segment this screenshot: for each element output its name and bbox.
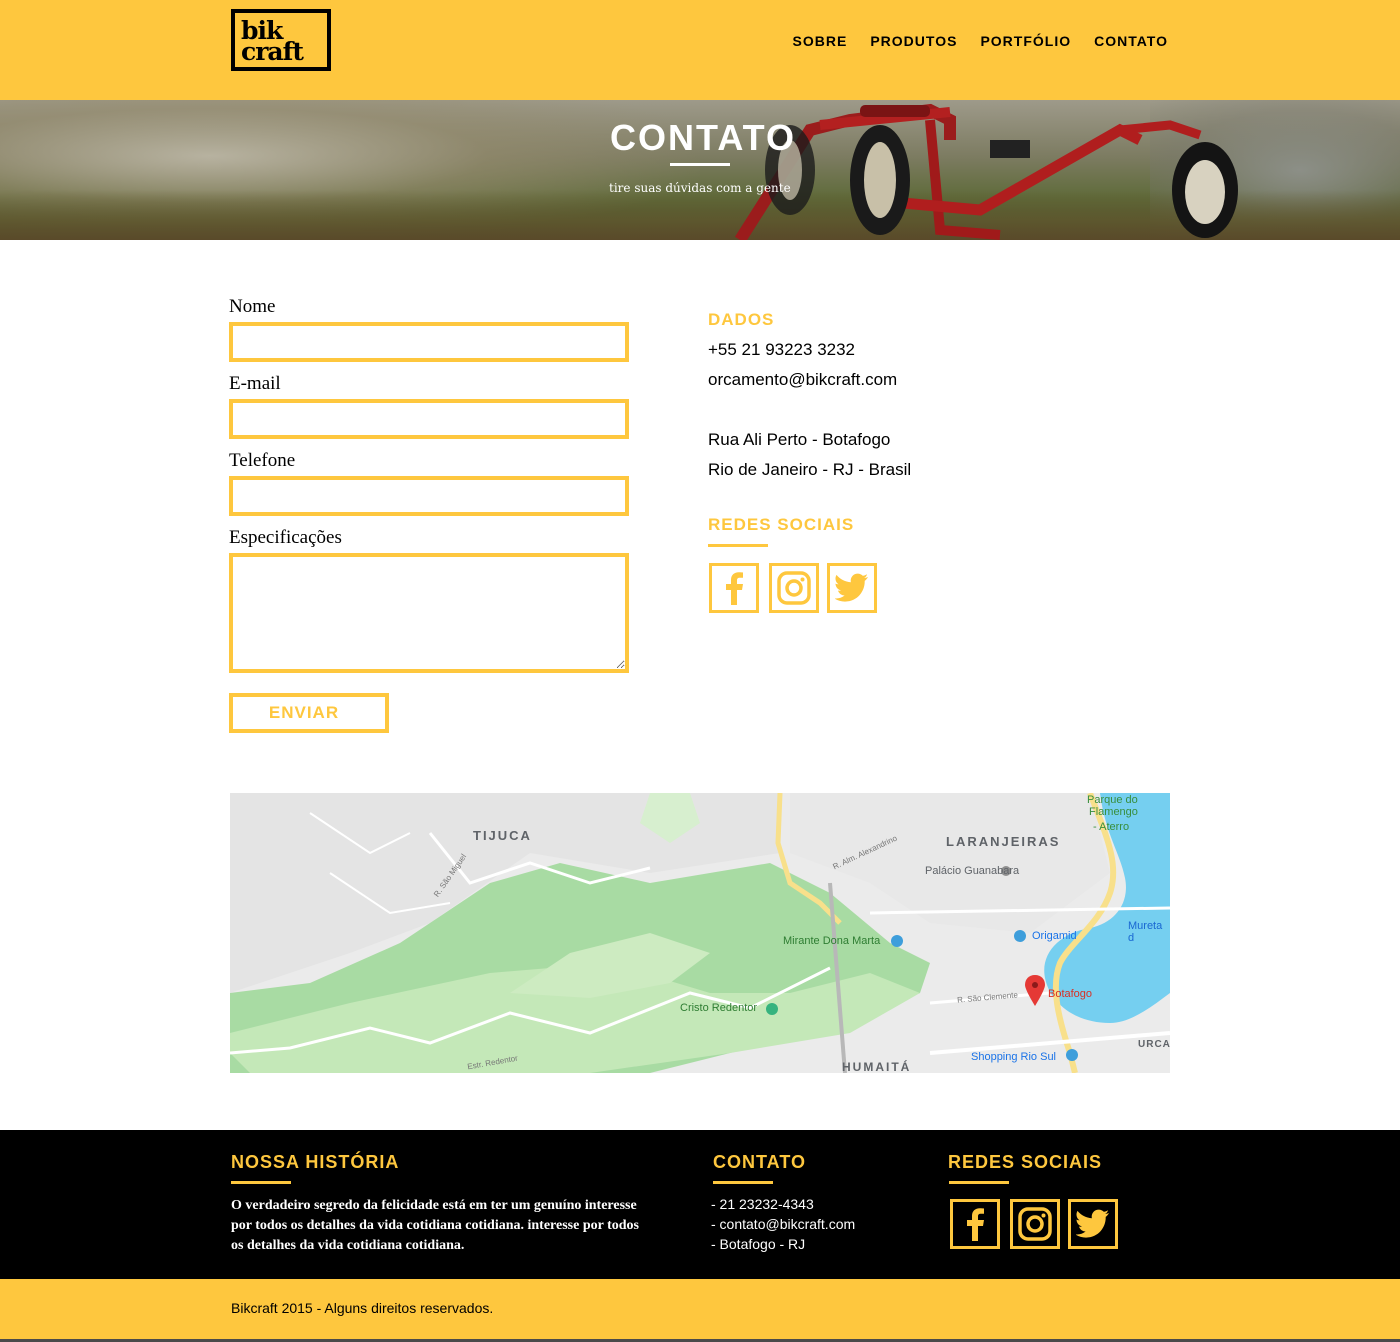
footer-history-title: NOSSA HISTÓRIA: [231, 1152, 400, 1172]
footer-social-underline: [949, 1181, 1009, 1184]
twitter-icon: [835, 573, 868, 602]
send-button[interactable]: ENVIAR: [229, 693, 389, 733]
footer-instagram-link[interactable]: [1010, 1199, 1060, 1249]
twitter-icon: [1076, 1209, 1109, 1238]
phone-field[interactable]: [229, 476, 629, 516]
map-label-parque1: Parque do: [1087, 794, 1138, 806]
logo-line2: craft: [241, 37, 304, 66]
specs-textarea[interactable]: [229, 553, 629, 673]
footer-facebook-link[interactable]: [950, 1199, 1000, 1249]
map-label-origamid: Origamid: [1032, 930, 1077, 942]
map-label-parque3: - Aterro: [1093, 821, 1130, 833]
footer-social-title: REDES SOCIAIS: [948, 1152, 1103, 1172]
twitter-link[interactable]: [827, 563, 877, 613]
footer-twitter-link[interactable]: [1068, 1199, 1118, 1249]
map-label-palacio: Palácio Guanabara: [925, 865, 1020, 877]
nav-item-sobre[interactable]: SOBRE: [793, 33, 848, 49]
email-label: E-mail: [229, 373, 281, 394]
copyright-text: Bikcraft 2015 - Alguns direitos reservad…: [231, 1300, 494, 1316]
name-field[interactable]: [229, 322, 629, 362]
map-label-mirante: Mirante Dona Marta: [783, 935, 881, 947]
instagram-icon: [1018, 1207, 1052, 1241]
map-label-mureta: Mureta d: [1128, 920, 1163, 944]
nav-item-produtos[interactable]: PRODUTOS: [870, 33, 957, 49]
footer-contact-title: CONTATO: [713, 1152, 806, 1172]
map-label-tijuca: TIJUCA: [473, 828, 532, 843]
main-nav: SOBRE PRODUTOS PORTFÓLIO CONTATO: [793, 33, 1168, 49]
specs-label: Especificações: [229, 527, 342, 548]
email-field[interactable]: [229, 399, 629, 439]
page-subtitle: tire suas dúvidas com a gente: [609, 181, 791, 195]
name-label: Nome: [229, 296, 276, 317]
social-heading: REDES SOCIAIS: [708, 515, 855, 534]
dados-phone: +55 21 93223 3232: [708, 340, 856, 359]
instagram-link[interactable]: [769, 563, 819, 613]
facebook-icon: [726, 572, 743, 605]
map-label-parque2: Flamengo: [1089, 806, 1138, 818]
footer-history-underline: [231, 1181, 291, 1184]
dados-email: orcamento@bikcraft.com: [708, 370, 898, 389]
dados-address-line1: Rua Ali Perto - Botafogo: [708, 430, 891, 449]
map-label-humaita: HUMAITÁ: [842, 1060, 912, 1073]
footer-contact-underline: [713, 1181, 773, 1184]
site-footer: [0, 1130, 1400, 1279]
tricycle-image: [734, 103, 1238, 240]
phone-label: Telefone: [229, 450, 296, 471]
map-label-urca: URCA: [1138, 1039, 1170, 1050]
logo[interactable]: bik craft: [231, 9, 331, 71]
facebook-icon: [967, 1208, 984, 1241]
facebook-link[interactable]: [709, 563, 759, 613]
location-map[interactable]: TIJUCA LARANJEIRAS Parque do Flamengo - …: [230, 793, 1170, 1073]
footer-history-text: O verdadeiro segredo da felicidade está …: [231, 1198, 639, 1253]
title-underline: [670, 163, 730, 166]
instagram-icon: [777, 571, 811, 605]
map-label-cristo: Cristo Redentor: [680, 1002, 758, 1014]
map-label-laranjeiras: LARANJEIRAS: [946, 834, 1061, 849]
dados-heading: DADOS: [708, 310, 775, 329]
map-label-botafogo: Botafogo: [1048, 988, 1093, 1000]
page-title: CONTATO: [610, 117, 796, 158]
footer-contact-email: - contato@bikcraft.com: [711, 1216, 856, 1232]
copyright-bar: [0, 1279, 1400, 1339]
site-header: bik craft SOBRE PRODUTOS PORTFÓLIO CONTA…: [0, 0, 1400, 100]
nav-item-contato[interactable]: CONTATO: [1094, 33, 1168, 49]
hero-banner: CONTATO tire suas dúvidas com a gente: [0, 100, 1400, 240]
footer-contact-phone: - 21 23232-4343: [711, 1196, 814, 1212]
social-heading-underline: [708, 544, 768, 547]
map-label-shopping: Shopping Rio Sul: [971, 1051, 1057, 1063]
footer-contact-place: - Botafogo - RJ: [711, 1236, 806, 1252]
dados-address-line2: Rio de Janeiro - RJ - Brasil: [708, 460, 912, 479]
nav-item-portfolio[interactable]: PORTFÓLIO: [980, 33, 1071, 49]
